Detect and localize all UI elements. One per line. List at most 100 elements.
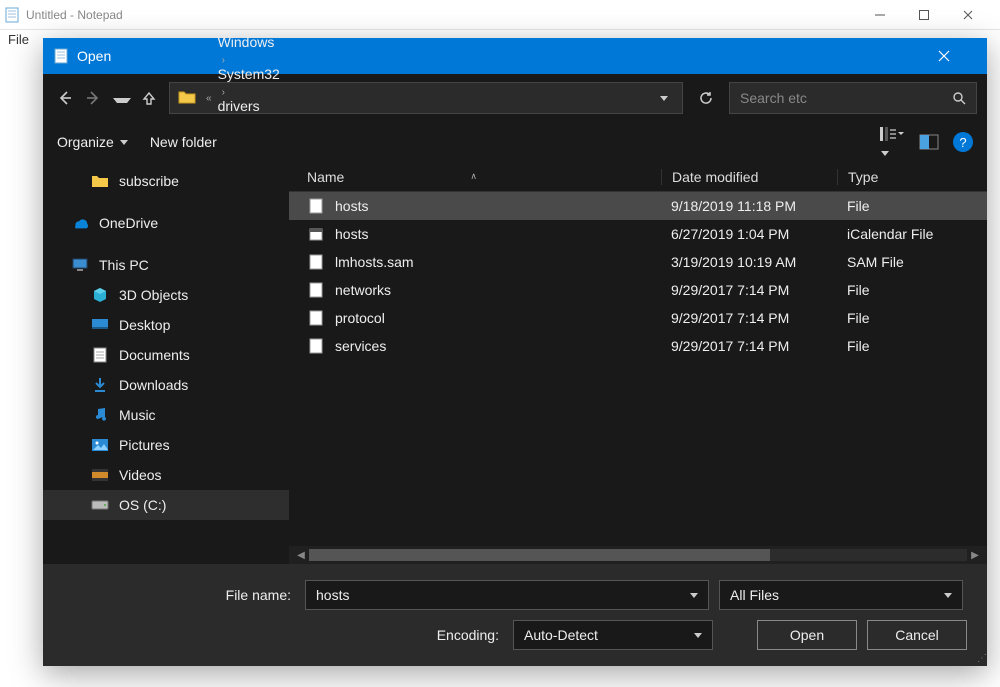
breadcrumb-overflow[interactable]: «	[202, 93, 216, 104]
notepad-icon	[4, 7, 20, 23]
resize-grip-icon[interactable]: ⋰	[977, 653, 985, 664]
column-date[interactable]: Date modified	[661, 169, 837, 185]
file-list[interactable]: hosts9/18/2019 11:18 PMFilehosts6/27/201…	[289, 192, 987, 546]
file-name: lmhosts.sam	[335, 254, 661, 270]
file-icon	[307, 254, 325, 270]
3d-icon	[91, 287, 109, 303]
sort-indicator-icon: ∧	[470, 171, 477, 182]
downloads-icon	[91, 377, 109, 393]
file-row[interactable]: services9/29/2017 7:14 PMFile	[289, 332, 987, 360]
sidebar-item[interactable]: OS (C:)	[43, 490, 289, 520]
organize-menu[interactable]: Organize	[57, 134, 128, 150]
open-button[interactable]: Open	[757, 620, 857, 650]
file-type-filter[interactable]: All Files	[719, 580, 963, 610]
column-name[interactable]: Name	[307, 169, 344, 185]
music-icon	[91, 407, 109, 423]
up-button[interactable]	[141, 90, 159, 106]
notepad-icon	[53, 48, 69, 64]
notepad-window-buttons	[874, 9, 988, 21]
back-button[interactable]	[57, 90, 75, 106]
breadcrumb-segment[interactable]: System32	[218, 66, 280, 82]
sidebar-item-label: Desktop	[119, 317, 170, 333]
videos-icon	[91, 467, 109, 483]
file-icon	[307, 282, 325, 298]
close-button[interactable]	[962, 9, 988, 21]
filter-value: All Files	[730, 587, 944, 603]
breadcrumb-segment[interactable]: drivers	[218, 98, 280, 114]
breadcrumb-segment[interactable]: Windows	[218, 34, 280, 50]
file-date: 9/29/2017 7:14 PM	[661, 338, 837, 354]
folder-icon	[91, 173, 109, 189]
chevron-down-icon[interactable]	[690, 590, 698, 601]
sidebar-item[interactable]: Videos	[43, 460, 289, 490]
pictures-icon	[91, 437, 109, 453]
sidebar-item[interactable]: OneDrive	[43, 208, 289, 238]
cancel-button[interactable]: Cancel	[867, 620, 967, 650]
sidebar-item[interactable]: subscribe	[43, 166, 289, 196]
file-icon	[307, 310, 325, 326]
sidebar-item[interactable]: Desktop	[43, 310, 289, 340]
new-folder-button[interactable]: New folder	[150, 134, 217, 150]
sidebar-item-label: subscribe	[119, 173, 179, 189]
address-bar[interactable]: « Windows›System32›drivers›etc›	[169, 82, 683, 114]
sidebar-item[interactable]: 3D Objects	[43, 280, 289, 310]
minimize-button[interactable]	[874, 9, 900, 21]
sidebar-item[interactable]: Pictures	[43, 430, 289, 460]
file-type: iCalendar File	[837, 226, 987, 242]
search-input[interactable]: Search etc	[729, 82, 977, 114]
maximize-button[interactable]	[918, 9, 944, 21]
scroll-left-icon[interactable]: ◀	[293, 550, 309, 561]
file-icon	[307, 198, 325, 214]
open-dialog: Open « Windows›System32›drivers›etc›	[43, 38, 987, 666]
dialog-bottom-controls: File name: hosts All Files Encoding: Aut…	[43, 564, 987, 666]
encoding-select[interactable]: Auto-Detect	[513, 620, 713, 650]
file-row[interactable]: networks9/29/2017 7:14 PMFile	[289, 276, 987, 304]
sidebar-item[interactable]: Music	[43, 400, 289, 430]
sidebar-tree[interactable]: subscribe OneDrive This PC3D Objects Deskto…	[43, 162, 289, 564]
scrollbar-thumb[interactable]	[309, 549, 770, 561]
file-row[interactable]: hosts6/27/2019 1:04 PMiCalendar File	[289, 220, 987, 248]
address-dropdown[interactable]	[654, 93, 674, 104]
file-row[interactable]: lmhosts.sam3/19/2019 10:19 AMSAM File	[289, 248, 987, 276]
file-list-pane: Name ∧ Date modified Type hosts9/18/2019…	[289, 162, 987, 564]
sidebar-item[interactable]: Downloads	[43, 370, 289, 400]
sidebar-item-label: OS (C:)	[119, 497, 166, 513]
search-icon	[952, 91, 966, 105]
change-view-button[interactable]	[879, 125, 905, 159]
file-row[interactable]: hosts9/18/2019 11:18 PMFile	[289, 192, 987, 220]
filename-label: File name:	[63, 587, 295, 603]
sidebar-item[interactable]: Documents	[43, 340, 289, 370]
sidebar-item-label: Documents	[119, 347, 190, 363]
sidebar-item-label: Music	[119, 407, 156, 423]
column-headers[interactable]: Name ∧ Date modified Type	[289, 162, 987, 192]
chevron-right-icon[interactable]: ›	[218, 87, 229, 98]
file-type: SAM File	[837, 254, 987, 270]
help-button[interactable]: ?	[953, 132, 973, 152]
dialog-titlebar[interactable]: Open	[43, 38, 987, 74]
scroll-right-icon[interactable]: ▶	[967, 550, 983, 561]
notepad-titlebar: Untitled - Notepad	[0, 0, 1000, 30]
file-date: 6/27/2019 1:04 PM	[661, 226, 837, 242]
forward-button[interactable]	[85, 90, 103, 106]
preview-pane-button[interactable]	[919, 134, 939, 150]
menu-file[interactable]: File	[8, 32, 29, 47]
file-name: services	[335, 338, 661, 354]
file-row[interactable]: protocol9/29/2017 7:14 PMFile	[289, 304, 987, 332]
dialog-close-button[interactable]	[937, 49, 977, 63]
calendar-icon	[307, 226, 325, 242]
notepad-title: Untitled - Notepad	[26, 8, 874, 22]
file-name: hosts	[335, 198, 661, 214]
recent-locations-button[interactable]	[113, 90, 131, 106]
filename-input[interactable]: hosts	[305, 580, 709, 610]
refresh-button[interactable]	[689, 82, 723, 114]
organize-label: Organize	[57, 134, 114, 150]
sidebar-item[interactable]: This PC	[43, 250, 289, 280]
encoding-value: Auto-Detect	[524, 627, 694, 643]
nav-arrows	[53, 90, 163, 106]
chevron-down-icon[interactable]	[694, 630, 702, 641]
column-type[interactable]: Type	[837, 169, 987, 185]
file-date: 9/18/2019 11:18 PM	[661, 198, 837, 214]
chevron-right-icon[interactable]: ›	[218, 55, 229, 66]
horizontal-scrollbar[interactable]: ◀ ▶	[289, 546, 987, 564]
chevron-down-icon[interactable]	[944, 590, 952, 601]
